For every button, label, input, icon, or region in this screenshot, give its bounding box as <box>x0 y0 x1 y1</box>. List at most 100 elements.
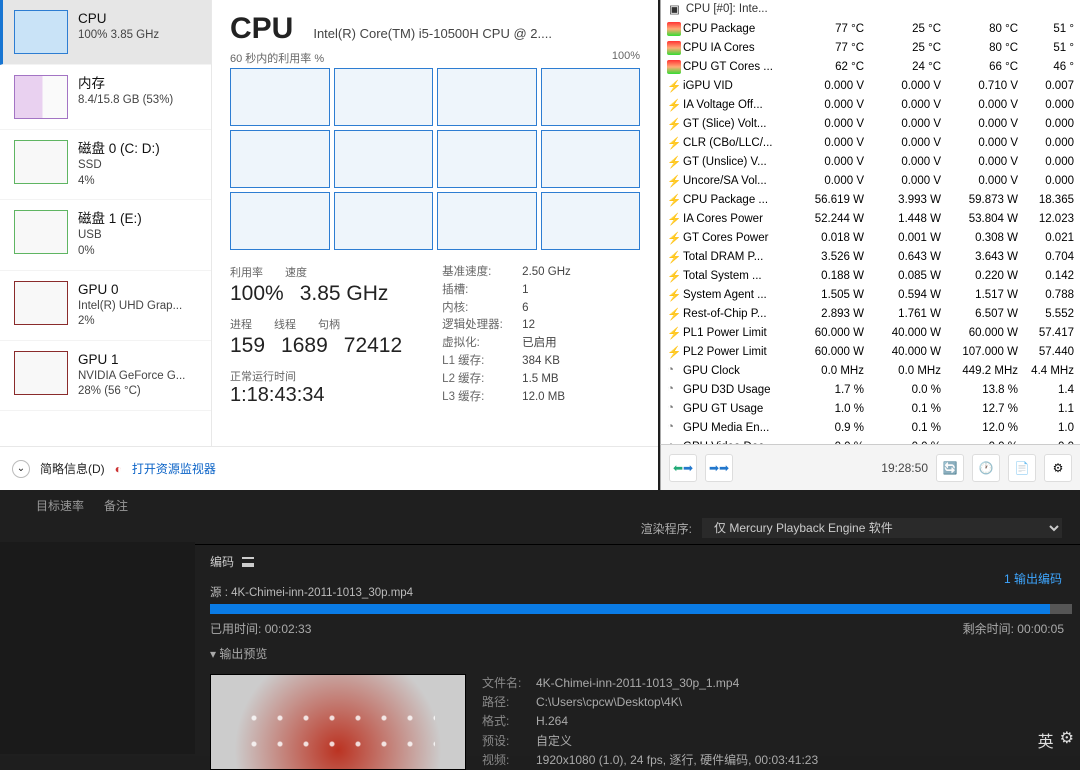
sensor-value: 3.993 W <box>870 191 945 208</box>
core-cell <box>437 130 537 188</box>
sensor-value: 1.0 <box>1024 419 1078 436</box>
sidebar-item-name: GPU 1 <box>78 351 185 369</box>
sensor-name: ⚡Total System ... <box>663 267 791 284</box>
hwinfo-panel: ▣ CPU [#0]: Inte... CPU Package77 °C25 °… <box>660 0 1080 444</box>
sensor-value: 40.000 W <box>870 343 945 360</box>
sensor-row[interactable]: ⚡iGPU VID0.000 V0.000 V0.710 V0.007 <box>663 77 1078 94</box>
cpu-detail-panel: CPU Intel(R) Core(TM) i5-10500H CPU @ 2.… <box>212 0 658 446</box>
sensor-value: 0.594 W <box>870 286 945 303</box>
sensor-value: 0.000 V <box>947 96 1022 113</box>
sensor-value: 0.1 % <box>870 400 945 417</box>
sensor-row[interactable]: ⚡IA Voltage Off...0.000 V0.000 V0.000 V0… <box>663 96 1078 113</box>
settings-gear-icon[interactable]: ⚙ <box>1044 454 1072 482</box>
sensor-value: 0.0 % <box>870 381 945 398</box>
tab-target-rate[interactable]: 目标速率 <box>36 497 84 514</box>
sensor-row[interactable]: ⚡System Agent ...1.505 W0.594 W1.517 W0.… <box>663 286 1078 303</box>
sidebar-item-disk0[interactable]: 磁盘 0 (C: D:) SSD 4% <box>0 130 211 200</box>
collapse-icon[interactable]: ⌄ <box>12 460 30 478</box>
thermometer-icon <box>667 41 681 55</box>
sensor-row[interactable]: ⚡GT (Slice) Volt...0.000 V0.000 V0.000 V… <box>663 115 1078 132</box>
core-cell <box>541 68 641 126</box>
renderer-select[interactable]: 仅 Mercury Playback Engine 软件 <box>702 518 1062 538</box>
sidebar-item-gpu0[interactable]: GPU 0 Intel(R) UHD Grap... 2% <box>0 271 211 341</box>
sensor-name: ⚡GT (Slice) Volt... <box>663 115 791 132</box>
thermometer-icon <box>667 60 681 74</box>
sensor-value: 0.000 V <box>947 134 1022 151</box>
sensor-row[interactable]: ⚡CLR (CBo/LLC/...0.000 V0.000 V0.000 V0.… <box>663 134 1078 151</box>
sidebar-item-disk1[interactable]: 磁盘 1 (E:) USB 0% <box>0 200 211 270</box>
sidebar-item-cpu[interactable]: CPU 100% 3.85 GHz <box>0 0 211 65</box>
sidebar-item-sub: NVIDIA GeForce G... <box>78 369 185 385</box>
sensor-value: 0.788 <box>1024 286 1078 303</box>
sensor-value: 60.000 W <box>793 324 868 341</box>
sensor-row[interactable]: ◔GPU Clock0.0 MHz0.0 MHz449.2 MHz4.4 MHz <box>663 362 1078 379</box>
sensor-value: 18.365 <box>1024 191 1078 208</box>
sensor-row[interactable]: ⚡PL2 Power Limit60.000 W40.000 W107.000 … <box>663 343 1078 360</box>
sensor-value: 107.000 W <box>947 343 1022 360</box>
chip-icon: ▣ <box>669 2 680 16</box>
sensor-name: ⚡CPU Package ... <box>663 191 791 208</box>
sensor-row[interactable]: ⚡GT (Unslice) V...0.000 V0.000 V0.000 V0… <box>663 153 1078 170</box>
fewer-details-button[interactable]: 简略信息(D) <box>40 460 105 477</box>
spec-value: 12 <box>522 317 535 335</box>
sensor-value: 0.220 W <box>947 267 1022 284</box>
meta-label: 格式: <box>482 712 530 731</box>
sensor-row[interactable]: ⚡CPU Package ...56.619 W3.993 W59.873 W1… <box>663 191 1078 208</box>
ime-lang[interactable]: 英 <box>1038 728 1054 752</box>
chart-caption-left: 60 秒内的利用率 % <box>230 50 324 66</box>
sensor-row[interactable]: ⚡IA Cores Power52.244 W1.448 W53.804 W12… <box>663 210 1078 227</box>
sensor-value: 0.021 <box>1024 229 1078 246</box>
proc-value: 159 <box>230 334 265 358</box>
sensor-row[interactable]: CPU GT Cores ...62 °C24 °C66 °C46 ° <box>663 58 1078 75</box>
sidebar-item-name: 内存 <box>78 75 173 93</box>
sensor-value: 0.018 W <box>793 229 868 246</box>
spec-value: 1 <box>522 282 528 300</box>
sensor-row[interactable]: ⚡Rest-of-Chip P...2.893 W1.761 W6.507 W5… <box>663 305 1078 322</box>
core-utilization-grid <box>230 68 640 250</box>
sidebar-item-name: GPU 0 <box>78 281 182 299</box>
sensor-value: 0.1 % <box>870 419 945 436</box>
sensor-value: 62 °C <box>793 58 868 75</box>
sensor-value: 1.517 W <box>947 286 1022 303</box>
hamburger-icon[interactable] <box>242 557 254 567</box>
sensor-row[interactable]: ⚡Total DRAM P...3.526 W0.643 W3.643 W0.7… <box>663 248 1078 265</box>
sidebar-item-sub2: 0% <box>78 244 142 260</box>
sparkline-thumb <box>14 10 68 54</box>
sensor-row[interactable]: ⚡GT Cores Power0.018 W0.001 W0.308 W0.02… <box>663 229 1078 246</box>
remain-label: 剩余时间: <box>963 622 1014 636</box>
tab-notes[interactable]: 备注 <box>104 497 128 514</box>
sensor-value: 57.417 <box>1024 324 1078 341</box>
sensor-value: 0.000 V <box>870 134 945 151</box>
ime-settings-icon[interactable]: ⚙ <box>1060 728 1074 752</box>
sensor-value: 57.440 <box>1024 343 1078 360</box>
sidebar-item-sub2: 28% (56 °C) <box>78 384 185 400</box>
sensor-value: 56.619 W <box>793 191 868 208</box>
sensor-value: 0.000 <box>1024 153 1078 170</box>
encode-label: 编码 <box>210 553 234 570</box>
sensor-row[interactable]: ⚡Uncore/SA Vol...0.000 V0.000 V0.000 V0.… <box>663 172 1078 189</box>
sensor-row[interactable]: CPU Package77 °C25 °C80 °C51 ° <box>663 20 1078 37</box>
sensor-row[interactable]: CPU IA Cores77 °C25 °C80 °C51 ° <box>663 39 1078 56</box>
sensor-row[interactable]: ◔GPU Media En...0.9 %0.1 %12.0 %1.0 <box>663 419 1078 436</box>
refresh-icon[interactable]: 🔄 <box>936 454 964 482</box>
sidebar-item-name: 磁盘 1 (E:) <box>78 210 142 228</box>
hwinfo-header: CPU [#0]: Inte... <box>686 3 768 15</box>
bolt-icon: ⚡ <box>667 231 681 245</box>
meta-value: 自定义 <box>536 732 572 751</box>
nav-fwd-button[interactable]: ➡➡ <box>705 454 733 482</box>
sidebar-item-mem[interactable]: 内存 8.4/15.8 GB (53%) <box>0 65 211 130</box>
sidebar-item-gpu1[interactable]: GPU 1 NVIDIA GeForce G... 28% (56 °C) <box>0 341 211 411</box>
nav-back-button[interactable]: ⬅ ➡ <box>669 454 697 482</box>
sensor-row[interactable]: ⚡PL1 Power Limit60.000 W40.000 W60.000 W… <box>663 324 1078 341</box>
open-resmon-link[interactable]: 打开资源监视器 <box>132 460 216 477</box>
clock-icon: ◔ <box>667 421 681 435</box>
sensor-row[interactable]: ◔GPU D3D Usage1.7 %0.0 %13.8 %1.4 <box>663 381 1078 398</box>
encode-progress <box>210 604 1072 614</box>
sensor-row[interactable]: ⚡Total System ...0.188 W0.085 W0.220 W0.… <box>663 267 1078 284</box>
bolt-icon: ⚡ <box>667 117 681 131</box>
sensor-row[interactable]: ◔GPU GT Usage1.0 %0.1 %12.7 %1.1 <box>663 400 1078 417</box>
sidebar-item-sub: SSD <box>78 158 160 174</box>
log-icon[interactable]: 📄 <box>1008 454 1036 482</box>
clock-icon[interactable]: 🕐 <box>972 454 1000 482</box>
sensor-name: ⚡GT Cores Power <box>663 229 791 246</box>
